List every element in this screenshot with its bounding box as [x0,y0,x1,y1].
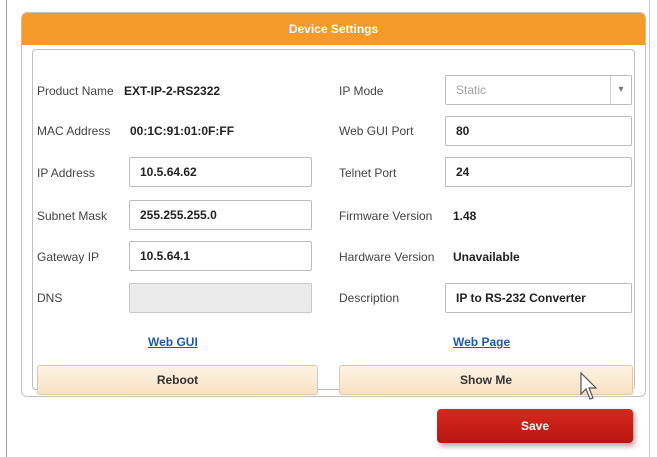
ip-address-label: IP Address [37,166,95,180]
description-label: Description [339,291,400,305]
web-page-link[interactable]: Web Page [453,335,510,349]
hardware-version-value: Unavailable [453,250,520,264]
gateway-ip-field[interactable]: 10.5.64.1 [129,241,312,271]
web-gui-port-field[interactable]: 80 [445,116,632,146]
panel-title: Device Settings [22,13,645,45]
page-border-left [6,0,7,457]
web-gui-link[interactable]: Web GUI [148,335,198,349]
web-gui-port-label: Web GUI Port [339,124,414,138]
ip-mode-label: IP Mode [339,84,384,98]
telnet-port-label: Telnet Port [339,166,397,180]
chevron-down-icon[interactable]: ▾ [610,76,631,104]
subnet-mask-label: Subnet Mask [37,209,108,223]
settings-form: Product Name EXT-IP-2-RS2322 MAC Address… [32,49,635,395]
hardware-version-label: Hardware Version [339,250,435,264]
save-button[interactable]: Save [437,409,633,443]
subnet-mask-field[interactable]: 255.255.255.0 [129,200,312,230]
product-name-value: EXT-IP-2-RS2322 [124,84,221,98]
description-field[interactable]: IP to RS-232 Converter [445,283,632,313]
firmware-version-value: 1.48 [453,209,477,223]
dns-label: DNS [37,291,63,305]
mac-address-label: MAC Address [37,124,111,138]
gateway-ip-label: Gateway IP [37,250,100,264]
dns-field[interactable] [129,283,312,313]
device-settings-panel: Device Settings Product Name EXT-IP-2-RS… [21,12,646,397]
mac-address-value: 00:1C:91:01:0F:FF [130,124,235,138]
page-border-right [649,0,650,457]
ip-mode-select[interactable]: Static ▾ [445,75,632,105]
ip-mode-value: Static [456,83,487,97]
product-name-label: Product Name [37,84,114,98]
reboot-button[interactable]: Reboot [37,365,318,395]
mouse-pointer-icon [580,372,598,400]
firmware-version-label: Firmware Version [339,209,433,223]
telnet-port-field[interactable]: 24 [445,157,632,187]
ip-address-field[interactable]: 10.5.64.62 [129,157,312,187]
